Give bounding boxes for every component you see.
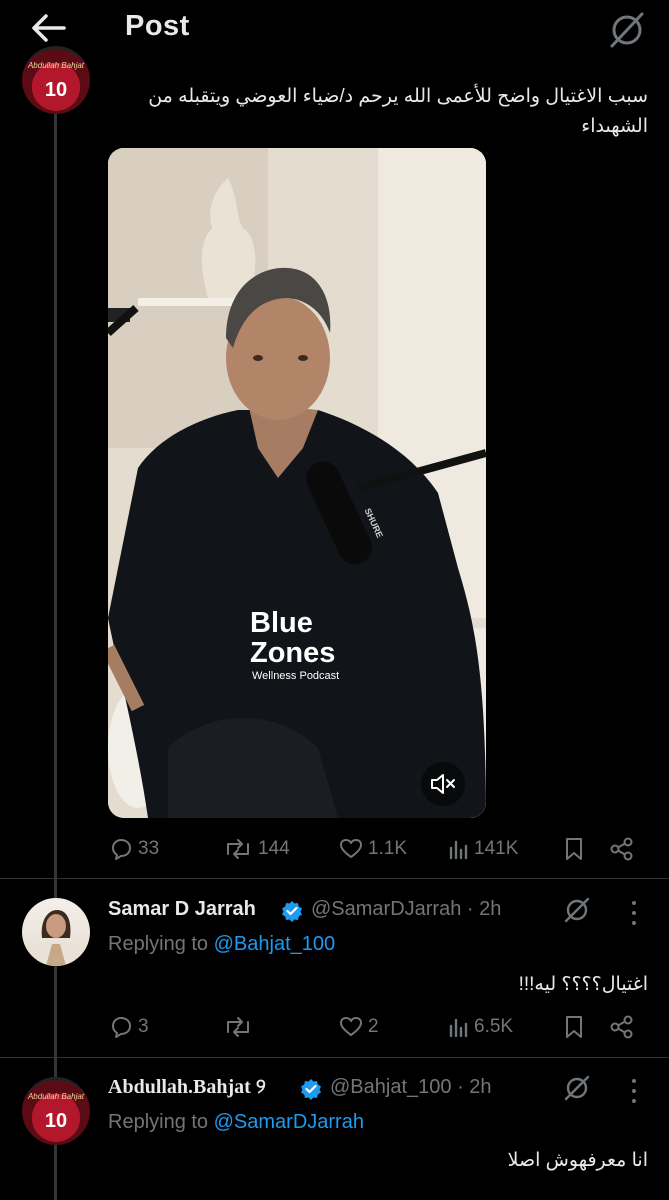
- grok-icon[interactable]: [606, 8, 648, 50]
- logo-subtitle: Wellness Podcast: [252, 670, 340, 682]
- logo-line-2: Zones: [250, 637, 336, 669]
- post-actions: 33 144 1.1K 141K: [0, 836, 669, 866]
- post-text: سبب الاغتيال واضح للأعمى الله يرحم د/ضيا…: [148, 86, 648, 137]
- replying-to-link[interactable]: @SamarDJarrah: [214, 1111, 364, 1133]
- repost-button[interactable]: [222, 1014, 258, 1040]
- video-frame: [108, 148, 486, 818]
- top-bar: Post: [0, 0, 669, 58]
- like-button[interactable]: 2: [338, 1014, 379, 1040]
- video-player[interactable]: Blue Zones Wellness Podcast SHURE: [108, 148, 486, 818]
- avatar[interactable]: Abdullah Bahjat 10: [22, 46, 90, 114]
- grok-icon[interactable]: [562, 894, 592, 929]
- views-button[interactable]: 6.5K: [448, 1014, 513, 1040]
- bookmark-button[interactable]: [562, 1014, 586, 1040]
- replying-to-link[interactable]: @Bahjat_100: [214, 933, 336, 955]
- author-handle[interactable]: @Bahjat_100 · 2h: [330, 1076, 492, 1099]
- jersey-caption: Abdullah Bahjat: [27, 1091, 85, 1101]
- page-title: Post: [125, 10, 190, 42]
- grok-icon[interactable]: [562, 1072, 592, 1107]
- mute-button[interactable]: [421, 762, 465, 806]
- views-count: 6.5K: [474, 1016, 514, 1037]
- share-icon: [610, 837, 633, 861]
- reply-text: اغتيال؟؟؟؟ ليه!!!: [518, 974, 648, 995]
- handle-text[interactable]: @Bahjat_100: [330, 1076, 452, 1098]
- verified-badge-icon: [281, 900, 303, 927]
- replying-label: Replying to: [108, 1111, 209, 1133]
- author-name-text[interactable]: Abdullah.Bahjat: [108, 1076, 251, 1098]
- like-count: 1.1K: [368, 838, 408, 859]
- avatar[interactable]: [22, 898, 90, 966]
- replying-to: Replying to @SamarDJarrah: [108, 1111, 364, 1134]
- avatar-portrait: [36, 910, 76, 966]
- divider: [0, 1057, 669, 1058]
- jersey-caption: Abdullah Bahjat: [27, 60, 85, 70]
- name-emoji: ୨: [255, 1076, 266, 1098]
- jersey-number: 10: [44, 78, 68, 101]
- share-button[interactable]: [609, 836, 635, 862]
- avatar[interactable]: Abdullah Bahjat 10: [22, 1077, 90, 1145]
- author-handle[interactable]: @SamarDJarrah · 2h: [311, 898, 501, 921]
- repost-icon: [227, 839, 249, 859]
- reply-actions: 3 2 6.5K: [0, 1014, 669, 1044]
- bookmark-icon: [566, 1016, 582, 1038]
- like-count: 2: [368, 1016, 379, 1037]
- reply-button[interactable]: 3: [108, 1014, 149, 1040]
- heart-icon: [340, 839, 362, 858]
- views-icon: [449, 840, 468, 860]
- volume-muted-icon: [431, 774, 455, 794]
- bookmark-button[interactable]: [562, 836, 586, 862]
- repost-icon: [227, 1017, 249, 1037]
- reply-count: 33: [138, 838, 160, 859]
- like-button[interactable]: 1.1K: [338, 836, 407, 862]
- reply-icon: [112, 1017, 131, 1038]
- replying-to: Replying to @Bahjat_100: [108, 933, 335, 956]
- replying-label: Replying to: [108, 933, 209, 955]
- verified-badge-icon: [300, 1078, 322, 1105]
- more-options-icon[interactable]: [631, 901, 637, 927]
- reply-icon: [112, 839, 131, 860]
- author-name[interactable]: Samar D Jarrah: [108, 898, 256, 921]
- jersey-number: 10: [44, 1109, 68, 1132]
- reply-button[interactable]: 33: [108, 836, 159, 862]
- bookmark-icon: [566, 838, 582, 860]
- back-arrow-icon[interactable]: [30, 12, 70, 44]
- divider: [0, 878, 669, 879]
- heart-icon: [340, 1017, 362, 1036]
- repost-button[interactable]: 144: [222, 836, 290, 862]
- more-options-icon[interactable]: [631, 1079, 637, 1105]
- handle-text[interactable]: @SamarDJarrah: [311, 898, 461, 920]
- views-button[interactable]: 141K: [448, 836, 518, 862]
- post-time: · 2h: [466, 898, 502, 920]
- post-time: · 2h: [457, 1076, 492, 1098]
- logo-line-1: Blue: [250, 607, 313, 639]
- views-count: 141K: [474, 838, 519, 859]
- share-button[interactable]: [609, 1014, 635, 1040]
- repost-count: 144: [258, 838, 290, 859]
- reply-count: 3: [138, 1016, 149, 1037]
- views-icon: [449, 1018, 468, 1038]
- podcast-logo: Blue Zones Wellness Podcast: [250, 608, 370, 682]
- author-name[interactable]: Abdullah.Bahjat ୨: [108, 1076, 266, 1099]
- share-icon: [610, 1015, 633, 1039]
- reply-text: انا معرفهوش اصلا: [507, 1150, 648, 1171]
